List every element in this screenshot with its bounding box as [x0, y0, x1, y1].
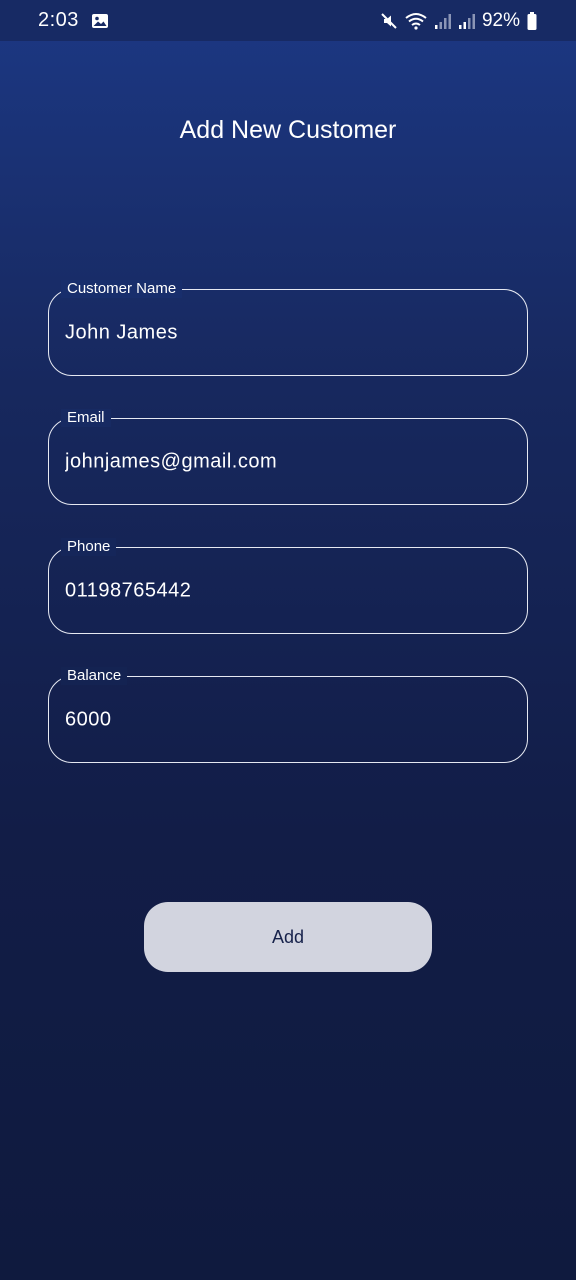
- image-icon: [91, 13, 109, 29]
- balance-input[interactable]: [65, 708, 511, 731]
- status-left: 2:03: [38, 9, 109, 32]
- customer-name-label: Customer Name: [61, 280, 183, 298]
- email-label: Email: [61, 409, 111, 427]
- signal-icon: [434, 12, 452, 30]
- email-input[interactable]: [65, 450, 511, 473]
- wifi-icon: [404, 12, 428, 30]
- battery-icon: [526, 11, 538, 31]
- status-time: 2:03: [38, 9, 79, 31]
- phone-input[interactable]: [65, 579, 511, 602]
- mute-icon: [380, 12, 398, 30]
- customer-name-input[interactable]: [65, 321, 511, 344]
- status-right: 92%: [380, 10, 538, 32]
- email-field[interactable]: Email: [48, 409, 528, 505]
- balance-label: Balance: [61, 667, 128, 685]
- phone-field[interactable]: Phone: [48, 538, 528, 634]
- status-bar: 2:03 92%: [0, 0, 576, 41]
- battery-percent: 92%: [481, 9, 520, 31]
- add-button[interactable]: Add: [144, 902, 432, 972]
- phone-label: Phone: [61, 538, 117, 556]
- signal-icon: [458, 12, 476, 30]
- page-title: Add New Customer: [179, 116, 397, 144]
- balance-field[interactable]: Balance: [48, 667, 528, 763]
- customer-name-field[interactable]: Customer Name: [48, 280, 528, 376]
